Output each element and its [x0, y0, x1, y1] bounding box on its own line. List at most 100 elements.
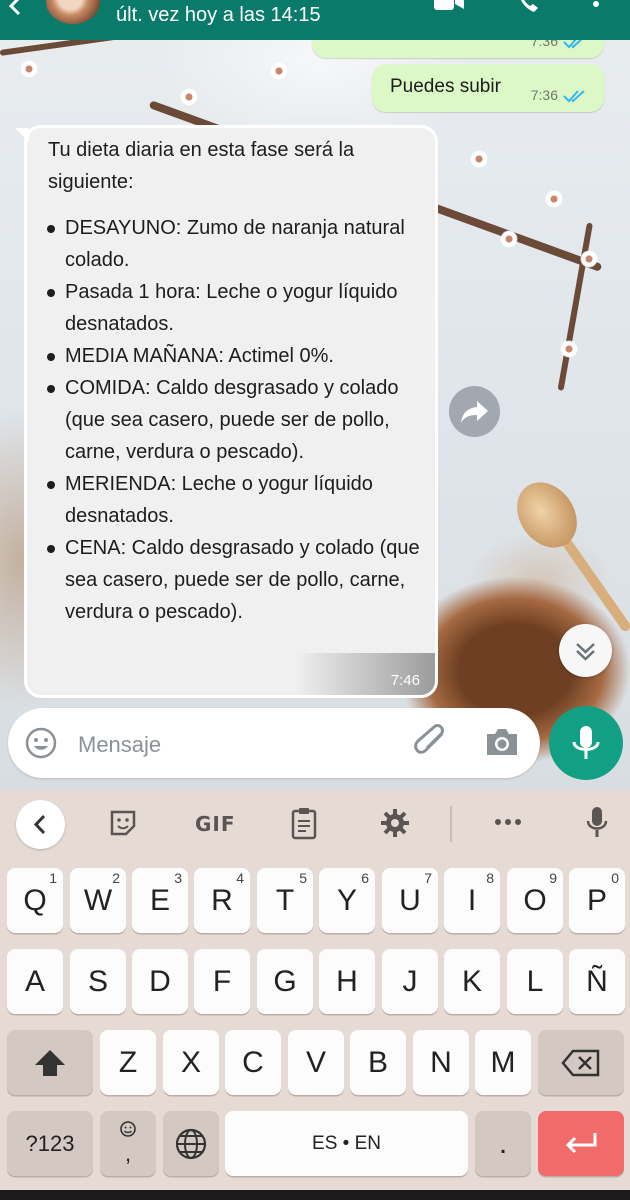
- keyboard: GIF Q1 W2 E3 R4 T5 Y6 U7 I8 O9 P0 A S D …: [0, 790, 630, 1190]
- outgoing-message[interactable]: Puedes subir 7:36: [372, 64, 604, 112]
- gear-icon[interactable]: [380, 808, 410, 838]
- key-b[interactable]: B: [350, 1030, 406, 1095]
- backspace-key[interactable]: [538, 1030, 624, 1095]
- key-z[interactable]: Z: [100, 1030, 156, 1095]
- clipboard-icon[interactable]: [290, 806, 318, 840]
- key-y[interactable]: Y6: [319, 868, 375, 933]
- key-e[interactable]: E3: [132, 868, 188, 933]
- mic-icon[interactable]: [584, 805, 610, 841]
- key-u[interactable]: U7: [382, 868, 438, 933]
- list-item: DESAYUNO: Zumo de naranja natural colado…: [45, 212, 420, 276]
- last-seen-status[interactable]: últ. vez hoy a las 14:15: [116, 4, 321, 27]
- wallpaper-blossom: [20, 60, 38, 78]
- read-ticks-icon: [563, 40, 583, 49]
- key-w[interactable]: W2: [70, 868, 126, 933]
- shift-key[interactable]: [7, 1030, 93, 1095]
- key-g[interactable]: G: [257, 949, 313, 1014]
- emoji-comma-key[interactable]: ,: [100, 1111, 156, 1176]
- forward-button[interactable]: [449, 386, 500, 437]
- message-time: 7:36: [530, 40, 558, 49]
- mic-icon: [572, 726, 600, 759]
- wallpaper-blossom: [500, 230, 518, 248]
- bubble-tail: [15, 128, 29, 142]
- list-item: MERIENDA: Leche o yogur líquido desnatad…: [45, 468, 420, 532]
- scroll-to-bottom-button[interactable]: [559, 624, 612, 677]
- avatar[interactable]: [46, 0, 100, 24]
- key-i[interactable]: I8: [444, 868, 500, 933]
- chat-area[interactable]: 7:36 Puedes subir 7:36 Tu dieta diaria e…: [0, 40, 630, 790]
- key-q[interactable]: Q1: [7, 868, 63, 933]
- wallpaper-blossom: [470, 150, 488, 168]
- key-x[interactable]: X: [163, 1030, 219, 1095]
- chat-header: últ. vez hoy a las 14:15: [0, 0, 630, 40]
- forward-icon: [461, 401, 488, 423]
- sticker-icon[interactable]: [108, 808, 138, 838]
- message-time: 7:36: [530, 87, 558, 103]
- emoji-icon[interactable]: [24, 726, 58, 760]
- key-h[interactable]: H: [319, 949, 375, 1014]
- period-key[interactable]: .: [475, 1111, 531, 1176]
- chevron-left-icon: [33, 814, 46, 835]
- attach-icon[interactable]: [412, 724, 452, 762]
- video-call-icon[interactable]: [432, 0, 466, 18]
- incoming-message[interactable]: Tu dieta diaria en esta fase será la sig…: [15, 128, 435, 695]
- key-r[interactable]: R4: [194, 868, 250, 933]
- back-arrow-icon[interactable]: [4, 0, 28, 18]
- message-input[interactable]: Mensaje: [78, 732, 161, 758]
- key-s[interactable]: S: [70, 949, 126, 1014]
- key-n[interactable]: N: [413, 1030, 469, 1095]
- nav-bar: [0, 1190, 630, 1200]
- key-o[interactable]: O9: [507, 868, 563, 933]
- key-k[interactable]: K: [444, 949, 500, 1014]
- key-a[interactable]: A: [7, 949, 63, 1014]
- wallpaper-blossom: [560, 340, 578, 358]
- read-ticks-icon: [563, 90, 585, 103]
- emoji-icon: [120, 1121, 136, 1137]
- list-item: COMIDA: Caldo desgrasado y colado (que s…: [45, 372, 420, 468]
- key-f[interactable]: F: [194, 949, 250, 1014]
- list-item: MEDIA MAÑANA: Actimel 0%.: [45, 340, 420, 372]
- wallpaper-spoon-handle: [560, 537, 630, 633]
- list-item: Pasada 1 hora: Leche o yogur líquido des…: [45, 276, 420, 340]
- wallpaper-blossom: [270, 62, 288, 80]
- message-time: 7:46: [390, 672, 420, 689]
- key-j[interactable]: J: [382, 949, 438, 1014]
- phone-call-icon[interactable]: [516, 0, 544, 16]
- language-key[interactable]: [163, 1111, 219, 1176]
- toolbar-divider: [450, 806, 452, 842]
- key-m[interactable]: M: [475, 1030, 531, 1095]
- symbols-key[interactable]: ?123: [7, 1111, 93, 1176]
- key-v[interactable]: V: [288, 1030, 344, 1095]
- list-item: CENA: Caldo desgrasado y colado (que sea…: [45, 532, 420, 628]
- key-p[interactable]: P0: [569, 868, 625, 933]
- message-input-bar[interactable]: Mensaje: [8, 708, 540, 778]
- key-enye[interactable]: Ñ: [569, 949, 625, 1014]
- wallpaper-branch: [0, 40, 169, 56]
- more-horiz-icon[interactable]: [494, 818, 522, 826]
- key-c[interactable]: C: [225, 1030, 281, 1095]
- enter-key[interactable]: [538, 1111, 624, 1176]
- outgoing-message[interactable]: 7:36: [312, 40, 604, 58]
- camera-icon[interactable]: [484, 726, 520, 758]
- double-chevron-down-icon: [576, 643, 595, 661]
- backspace-icon: [561, 1049, 600, 1076]
- shift-icon: [35, 1049, 65, 1076]
- key-t[interactable]: T5: [257, 868, 313, 933]
- enter-icon: [565, 1132, 597, 1153]
- wallpaper-blossom: [545, 190, 563, 208]
- more-vert-icon[interactable]: [590, 0, 602, 12]
- gif-button[interactable]: GIF: [195, 812, 236, 836]
- message-intro: Tu dieta diaria en esta fase será la sig…: [48, 139, 355, 193]
- key-l[interactable]: L: [507, 949, 563, 1014]
- space-key[interactable]: ES • EN: [225, 1111, 468, 1176]
- wallpaper-blossom: [180, 88, 198, 106]
- voice-message-button[interactable]: [549, 706, 623, 780]
- wallpaper-blossom: [580, 250, 598, 268]
- message-text: Puedes subir: [390, 76, 501, 97]
- wallpaper-spoon: [504, 470, 590, 560]
- key-d[interactable]: D: [132, 949, 188, 1014]
- globe-icon: [175, 1128, 207, 1159]
- wallpaper-branch: [557, 222, 593, 391]
- keyboard-back-button[interactable]: [16, 800, 65, 849]
- diet-list: DESAYUNO: Zumo de naranja natural colado…: [45, 212, 420, 628]
